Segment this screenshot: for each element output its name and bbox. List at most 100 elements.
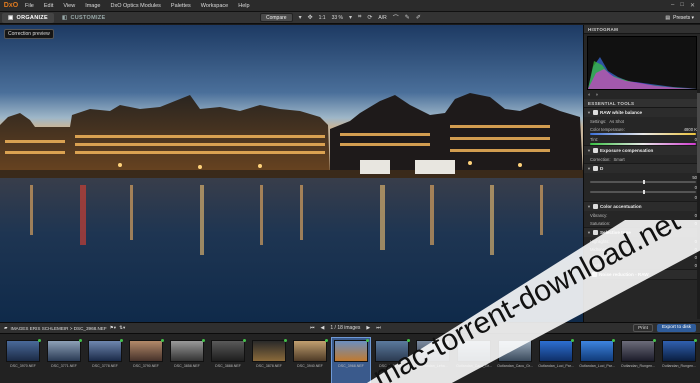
thumbnail[interactable]: Outlandan_Cacu_Gr... xyxy=(455,338,493,383)
processed-badge xyxy=(612,339,615,342)
thumbnail[interactable]: DSC_3858.NEF xyxy=(168,338,206,383)
white-balance-header[interactable]: ▼ RAW white balance xyxy=(584,108,700,117)
essential-tools-header[interactable]: ESSENTIAL TOOLS xyxy=(584,99,700,108)
zoom-value[interactable]: 33 % xyxy=(332,15,343,21)
shadow-clipping-icon[interactable]: ◐ xyxy=(588,92,591,99)
thumbnail[interactable]: Outlandan_Leha... xyxy=(414,338,452,383)
menu-view[interactable]: View xyxy=(58,3,80,9)
exposure-section: ▼ Exposure compensation Correction: Smar… xyxy=(584,146,700,164)
tab-customize[interactable]: ◧ CUSTOMIZE xyxy=(56,13,112,23)
menu-optics-modules[interactable]: DxO Optics Modules xyxy=(105,3,165,9)
noise-header[interactable]: ▶ Noise reduction - RAW xyxy=(584,270,700,279)
viewer-controls: Compare ▾ ✥ 1:1 33 % ▾ ⌗ ⟳ A/R ⌒ ✎ ✐ xyxy=(260,13,421,22)
close-button[interactable]: ✕ xyxy=(690,2,695,9)
selective-tone-header[interactable]: ▼ Selective tone xyxy=(584,228,700,237)
thumbnail[interactable]: DSC_3888.NEF xyxy=(209,338,247,383)
next-image-icon[interactable]: ▶ xyxy=(366,325,370,331)
thumbnail[interactable]: Outlandan_Rungen... xyxy=(619,338,657,383)
compare-button[interactable]: Compare xyxy=(260,13,293,22)
print-button[interactable]: Print xyxy=(633,324,653,332)
move-icon[interactable]: ✥ xyxy=(308,14,313,21)
menu-palettes[interactable]: Palettes xyxy=(166,3,196,9)
menu-image[interactable]: Image xyxy=(80,3,105,9)
lighting-toggle[interactable] xyxy=(592,166,598,171)
thumbnail[interactable]: Outlandan_Luci_Par... xyxy=(578,338,616,383)
image-navigation: ⏮ ◀ 1 / 18 images ▶ ⏭ xyxy=(310,325,381,331)
highlight-clipping-icon[interactable]: ◑ xyxy=(595,92,598,99)
color-accentuation-toggle[interactable] xyxy=(592,204,598,209)
thumbnail[interactable]: DSC_3878.NEF xyxy=(250,338,288,383)
correction-preview-button[interactable]: Correction preview xyxy=(4,29,54,39)
white-balance-toggle[interactable] xyxy=(592,110,598,115)
thumbnail[interactable]: Outlandan_Rungen... xyxy=(660,338,698,383)
wb-settings-select[interactable]: As Shot xyxy=(609,119,624,124)
folder-path-text[interactable]: IMAGES ERIS SCHLEMEIR > DSC_3968.NEF xyxy=(11,326,107,331)
thumbnail[interactable]: DSC_3970.NEF xyxy=(4,338,42,383)
white-balance-section: ▼ RAW white balance Settings: As Shot Co… xyxy=(584,108,700,146)
thumbnail-image xyxy=(580,340,614,362)
menu-file[interactable]: File xyxy=(20,3,39,9)
eyedropper-icon[interactable]: ✎ xyxy=(405,14,410,21)
lighting-slider-2[interactable] xyxy=(590,190,696,194)
thumbnail-image xyxy=(498,340,532,362)
noise-toggle[interactable] xyxy=(592,272,598,277)
menu-edit[interactable]: Edit xyxy=(39,3,58,9)
thumbnail[interactable]: DSC_3778.NEF xyxy=(86,338,124,383)
auto-horizon-button[interactable]: A/R xyxy=(378,15,386,21)
collapse-triangle-icon: ▶ xyxy=(587,272,591,277)
maximize-button[interactable]: □ xyxy=(680,2,684,9)
exposure-header[interactable]: ▼ Exposure compensation xyxy=(584,146,700,155)
thumbnail-image xyxy=(293,340,327,362)
last-image-icon[interactable]: ⏭ xyxy=(376,325,381,331)
customize-icon: ◧ xyxy=(61,14,68,21)
wb-settings-row: Settings: As Shot xyxy=(590,118,624,124)
folder-path: ▰ IMAGES ERIS SCHLEMEIR > DSC_3968.NEF ⚑… xyxy=(0,325,125,331)
zoom-dropdown-icon[interactable]: ▾ xyxy=(349,14,352,21)
processed-badge xyxy=(38,339,41,342)
thumbnail[interactable]: DSC_3771.NEF xyxy=(45,338,83,383)
processed-badge xyxy=(79,339,82,342)
crop-icon[interactable]: ⌗ xyxy=(358,14,361,21)
presets-button[interactable]: ▤ Presets ▾ xyxy=(665,15,694,21)
first-image-icon[interactable]: ⏮ xyxy=(310,325,315,331)
wb-tint-slider[interactable] xyxy=(590,143,696,145)
sort-icon[interactable]: ⇅▾ xyxy=(119,325,125,331)
exposure-toggle[interactable] xyxy=(592,148,598,153)
saturation-row: Saturation: 0 xyxy=(590,220,697,226)
compare-dropdown-icon[interactable]: ▾ xyxy=(299,14,302,21)
filter-icon[interactable]: ⚑▾ xyxy=(110,325,116,331)
thumbnail[interactable]: DSC_3790.NEF xyxy=(127,338,165,383)
tools-panel: HISTOGRAM ◐ ◑ ESSENTIAL TOOLS ▼ RAW whit… xyxy=(583,25,700,322)
lighting-slider-1[interactable] xyxy=(590,180,696,184)
thumbnail[interactable]: DSC_3966.NEF xyxy=(373,338,411,383)
thumbnail[interactable]: Outlandan_Luci_Par... xyxy=(537,338,575,383)
thumbnail[interactable]: Outlandan_Cacu_Gr... xyxy=(496,338,534,383)
selective-tone-toggle[interactable] xyxy=(592,230,598,235)
thumbnail[interactable]: DSC_3940.NEF xyxy=(291,338,329,383)
menu-workspace[interactable]: Workspace xyxy=(196,3,233,9)
menu-help[interactable]: Help xyxy=(233,3,254,9)
rotate-icon[interactable]: ⟳ xyxy=(367,14,372,21)
color-accentuation-header[interactable]: ▼ Color accentuation xyxy=(584,202,700,211)
noise-section: ▶ Noise reduction - RAW xyxy=(584,270,700,280)
processed-badge xyxy=(325,339,328,342)
wb-temp-value[interactable]: 4800 K xyxy=(684,127,697,132)
thumbnail-image xyxy=(6,340,40,362)
minimize-button[interactable]: – xyxy=(671,2,674,9)
tab-organize[interactable]: ▣ ORGANIZE xyxy=(2,12,54,23)
image-viewer[interactable]: Correction preview xyxy=(0,25,583,322)
prev-image-icon[interactable]: ◀ xyxy=(321,325,325,331)
thumbnail-image xyxy=(170,340,204,362)
perspective-icon[interactable]: ⌒ xyxy=(393,13,399,22)
exposure-correction-select[interactable]: Smart xyxy=(613,157,624,162)
histogram-header[interactable]: HISTOGRAM xyxy=(584,25,700,34)
brush-icon[interactable]: ✐ xyxy=(416,14,421,21)
thumbnail-selected[interactable]: DSC_3968.NEF xyxy=(331,337,371,383)
window-controls: – □ ✕ xyxy=(671,2,700,9)
processed-badge xyxy=(366,339,369,342)
export-to-disk-button[interactable]: Export to disk xyxy=(656,324,696,332)
lighting-header[interactable]: ▼ D xyxy=(584,164,700,173)
zoom-fit-button[interactable]: 1:1 xyxy=(319,15,326,21)
thumbnail-image xyxy=(457,340,491,362)
shadows-row: Shadows: 0 xyxy=(590,254,697,260)
